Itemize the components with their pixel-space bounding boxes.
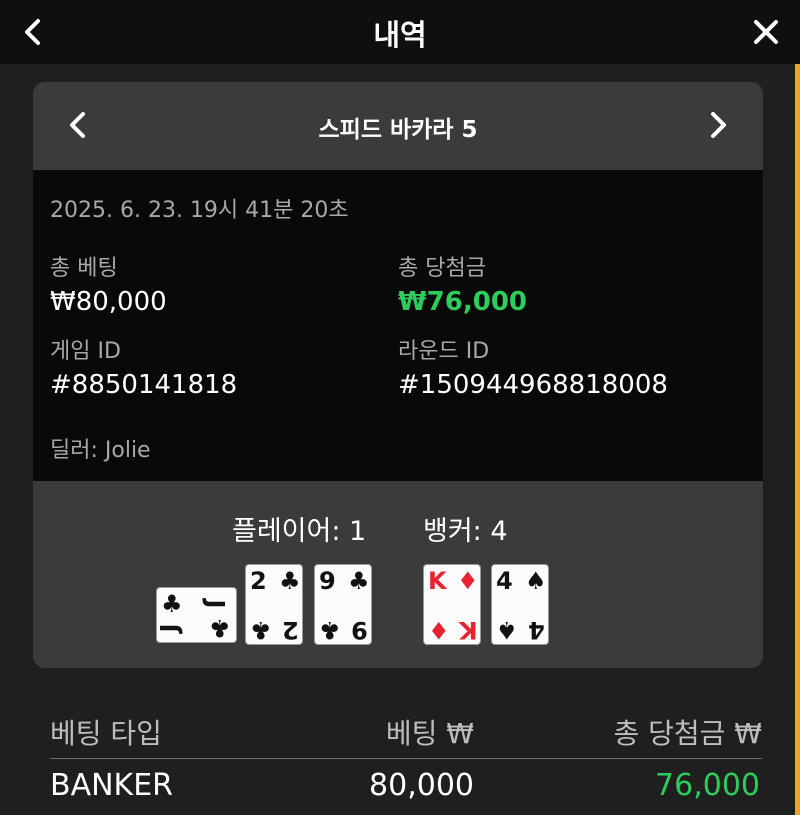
page-title: 내역 [373,18,427,52]
table-divider [50,758,762,759]
game-id-label: 게임 ID [50,339,121,364]
cards-result: 플레이어: 1 뱅커: 4 ♣ J J ♣ 2 ♣ ♣ 2 9 ♣ ♣ 9 K … [33,481,763,668]
diamond-icon: ♦ [457,567,479,595]
game-title: 스피드 바카라 5 [318,117,478,143]
total-win-label: 총 당첨금 [398,256,486,281]
club-icon: ♣ [250,616,272,644]
column-header-total-win: 총 당첨금 ₩ [613,717,762,750]
total-bet-value: ₩80,000 [50,287,167,317]
banker-card-2: 4 ♠ ♠ 4 [491,564,549,645]
club-icon: ♣ [209,614,231,642]
card-rank: 4 [496,567,513,595]
bet-type-cell: BANKER [50,768,174,803]
close-icon[interactable] [750,16,782,48]
column-header-bet-amount: 베팅 ₩ [385,717,474,750]
card-rank: 9 [319,567,336,595]
club-icon: ♣ [348,567,370,595]
spade-icon: ♠ [525,567,547,595]
round-datetime: 2025. 6. 23. 19시 41분 20초 [50,198,349,223]
player-card-2: 2 ♣ ♣ 2 [245,564,303,645]
spade-icon: ♠ [496,616,518,644]
card-rank: 2 [282,616,299,644]
dealer-name: 딜러: Jolie [50,438,151,463]
scrollbar[interactable] [795,64,800,815]
next-round-icon[interactable] [703,108,733,142]
club-icon: ♣ [279,567,301,595]
history-card: 스피드 바카라 5 2025. 6. 23. 19시 41분 20초 총 베팅 … [33,82,763,668]
diamond-icon: ♦ [428,616,450,644]
card-rank: 2 [250,567,267,595]
game-header: 스피드 바카라 5 [33,82,763,170]
player-card-3: 9 ♣ ♣ 9 [314,564,372,645]
club-icon: ♣ [161,590,183,618]
column-header-bet-type: 베팅 타입 [50,717,162,750]
top-bar: 내역 [0,0,800,64]
banker-card-1: K ♦ ♦ K [423,564,481,645]
total-win-value: ₩76,000 [398,287,528,317]
card-rank: J [201,599,230,609]
card-rank: J [155,623,184,633]
round-id-label: 라운드 ID [398,339,490,364]
club-icon: ♣ [319,616,341,644]
card-rank: K [428,567,447,595]
bet-amount-cell: 80,000 [369,768,474,803]
player-score: 플레이어: 1 [232,516,367,547]
round-id-value: #150944968818008 [398,370,668,400]
player-card-1: ♣ J J ♣ [155,587,237,643]
game-id-value: #8850141818 [50,370,238,400]
card-rank: 9 [351,616,368,644]
round-info: 2025. 6. 23. 19시 41분 20초 총 베팅 ₩80,000 총 … [33,170,763,481]
banker-score: 뱅커: 4 [423,516,508,547]
card-rank: 4 [528,616,545,644]
card-rank: K [459,616,478,644]
total-bet-label: 총 베팅 [50,256,118,281]
win-amount-cell: 76,000 [655,768,760,803]
